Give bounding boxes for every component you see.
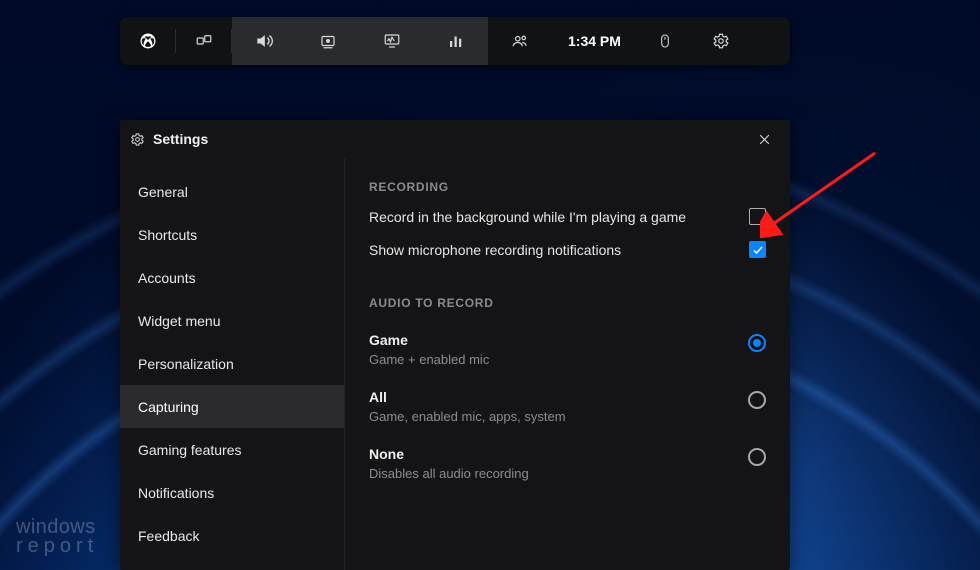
checkbox[interactable] <box>749 241 766 258</box>
sidebar-item-notifications[interactable]: Notifications <box>120 471 344 514</box>
sidebar-item-capturing[interactable]: Capturing <box>120 385 344 428</box>
radio[interactable] <box>748 334 766 352</box>
sidebar-item-label: Personalization <box>138 356 234 372</box>
capture-icon <box>319 32 337 50</box>
audio-option-desc: Disables all audio recording <box>369 466 529 481</box>
sidebar-item-shortcuts[interactable]: Shortcuts <box>120 213 344 256</box>
sidebar-item-label: Notifications <box>138 485 214 501</box>
audio-option-title: Game <box>369 332 489 348</box>
option-record-background[interactable]: Record in the background while I'm playi… <box>369 208 766 225</box>
capture-widget-button[interactable] <box>296 17 360 65</box>
settings-button[interactable] <box>693 17 749 65</box>
sidebar-item-label: Gaming features <box>138 442 242 458</box>
sidebar-item-label: General <box>138 184 188 200</box>
radio[interactable] <box>748 391 766 409</box>
monitor-icon <box>382 32 402 50</box>
sidebar-item-general[interactable]: General <box>120 170 344 213</box>
audio-option-none[interactable]: None Disables all audio recording <box>369 438 766 495</box>
xbox-button[interactable] <box>120 17 176 65</box>
performance-widget-button[interactable] <box>360 17 424 65</box>
audio-option-group: Game Game + enabled mic All Game, enable… <box>369 324 766 495</box>
sidebar-item-feedback[interactable]: Feedback <box>120 514 344 557</box>
watermark: windows report <box>16 518 98 556</box>
gear-icon <box>130 132 145 147</box>
xbox-social-button[interactable] <box>488 17 552 65</box>
audio-option-title: None <box>369 446 529 462</box>
speaker-icon <box>254 31 274 51</box>
option-mic-notifications[interactable]: Show microphone recording notifications <box>369 241 766 258</box>
sidebar-item-label: Capturing <box>138 399 199 415</box>
chart-bars-icon <box>447 32 465 50</box>
sidebar-item-label: Shortcuts <box>138 227 197 243</box>
mouse-icon <box>657 32 673 50</box>
widgets-icon <box>195 32 213 50</box>
sidebar-item-label: Widget menu <box>138 313 220 329</box>
checkbox[interactable] <box>749 208 766 225</box>
game-bar-toolbar: 1:34 PM <box>120 17 790 65</box>
radio[interactable] <box>748 448 766 466</box>
settings-content: RECORDING Record in the background while… <box>345 158 790 570</box>
mouse-button[interactable] <box>637 17 693 65</box>
panel-title: Settings <box>153 131 208 147</box>
clock: 1:34 PM <box>552 17 637 65</box>
settings-panel: Settings General Shortcuts Accounts Widg… <box>120 120 790 570</box>
option-label: Record in the background while I'm playi… <box>369 209 686 225</box>
watermark-line1: windows <box>16 518 98 537</box>
section-heading-audio: AUDIO TO RECORD <box>369 296 766 310</box>
audio-option-all[interactable]: All Game, enabled mic, apps, system <box>369 381 766 438</box>
sidebar-item-label: Accounts <box>138 270 196 286</box>
watermark-line2: report <box>16 537 98 556</box>
sidebar-item-label: Feedback <box>138 528 199 544</box>
audio-option-title: All <box>369 389 566 405</box>
close-button[interactable] <box>751 126 778 153</box>
settings-sidebar: General Shortcuts Accounts Widget menu P… <box>120 158 345 570</box>
resources-widget-button[interactable] <box>424 17 488 65</box>
sidebar-item-gaming-features[interactable]: Gaming features <box>120 428 344 471</box>
close-icon <box>757 132 772 147</box>
widgets-button[interactable] <box>176 17 232 65</box>
audio-widget-button[interactable] <box>232 17 296 65</box>
xbox-icon <box>139 32 157 50</box>
sidebar-item-personalization[interactable]: Personalization <box>120 342 344 385</box>
sidebar-item-accounts[interactable]: Accounts <box>120 256 344 299</box>
people-icon <box>510 32 530 50</box>
sidebar-item-widget-menu[interactable]: Widget menu <box>120 299 344 342</box>
option-label: Show microphone recording notifications <box>369 242 621 258</box>
audio-option-desc: Game, enabled mic, apps, system <box>369 409 566 424</box>
panel-titlebar: Settings <box>120 120 790 158</box>
audio-option-game[interactable]: Game Game + enabled mic <box>369 324 766 381</box>
section-heading-recording: RECORDING <box>369 180 766 194</box>
audio-option-desc: Game + enabled mic <box>369 352 489 367</box>
gear-icon <box>712 32 730 50</box>
